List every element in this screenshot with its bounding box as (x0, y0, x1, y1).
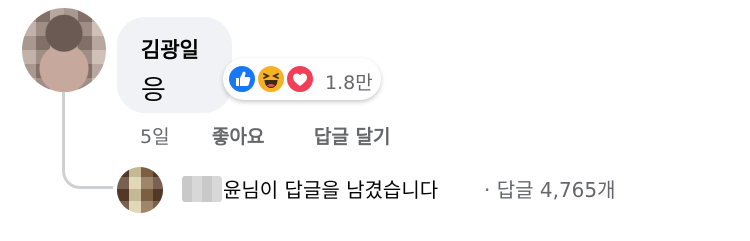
comment-text: 응 (141, 75, 166, 106)
replier-avatar (117, 167, 163, 213)
commenter-avatar[interactable] (22, 8, 106, 92)
blurred-name (182, 176, 222, 202)
reaction-count: 1.8만 (325, 72, 373, 94)
reply-count[interactable]: · 답글 4,765개 (484, 174, 616, 203)
comment-bubble (117, 17, 232, 113)
like-icon (227, 64, 257, 94)
reply-button[interactable]: 답글 달기 (314, 122, 391, 149)
view-replies-link[interactable]: 윤님이 답글을 남겼습니다 (223, 174, 438, 203)
reaction-summary[interactable]: 1.8만 (223, 58, 381, 100)
comment-timestamp[interactable]: 5일 (140, 122, 170, 149)
haha-icon (256, 64, 286, 94)
reply-thread-connector (62, 92, 113, 189)
comment-author[interactable]: 김광일 (141, 34, 199, 64)
like-button[interactable]: 좋아요 (212, 122, 264, 149)
love-icon (285, 64, 315, 94)
